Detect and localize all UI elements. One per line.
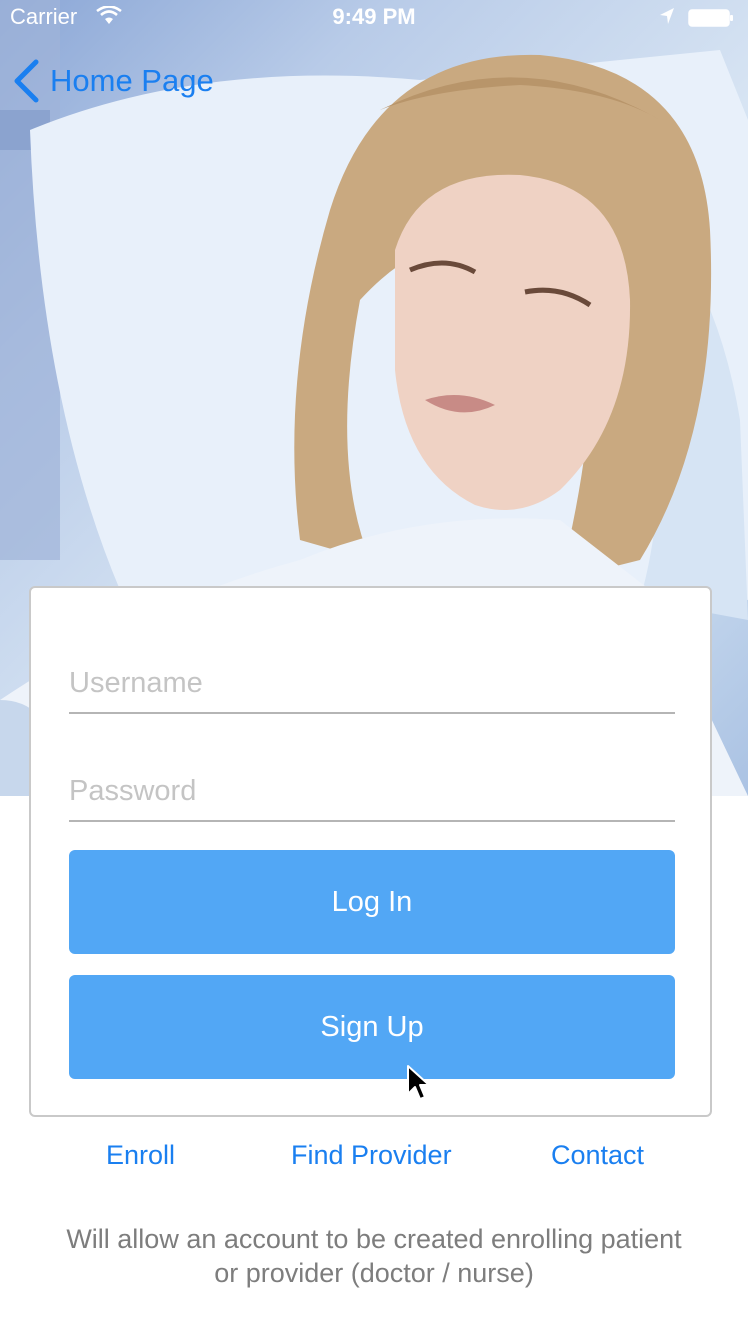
back-button[interactable]: Home Page: [12, 56, 214, 106]
status-time: 9:49 PM: [332, 4, 416, 29]
login-button[interactable]: Log In: [69, 850, 675, 954]
contact-link[interactable]: Contact: [551, 1140, 644, 1171]
signup-button[interactable]: Sign Up: [69, 975, 675, 1079]
login-card: Log In Sign Up: [29, 586, 712, 1117]
back-label: Home Page: [50, 63, 214, 98]
battery-icon: [688, 9, 733, 27]
footer-links: Enroll Find Provider Contact: [0, 1140, 748, 1190]
location-icon: [660, 8, 674, 24]
login-screen: Carrier 9:49 PM Home Page Log In Sign Up: [0, 0, 748, 1328]
chevron-left-icon: [14, 59, 39, 103]
description-text: Will allow an account to be created enro…: [66, 1224, 682, 1288]
mouse-cursor-icon: [407, 1065, 430, 1100]
username-input[interactable]: [69, 654, 675, 714]
find-provider-link[interactable]: Find Provider: [291, 1140, 452, 1171]
enroll-link[interactable]: Enroll: [106, 1140, 175, 1171]
status-bar: Carrier 9:49 PM: [0, 0, 748, 36]
password-input[interactable]: [69, 762, 675, 822]
